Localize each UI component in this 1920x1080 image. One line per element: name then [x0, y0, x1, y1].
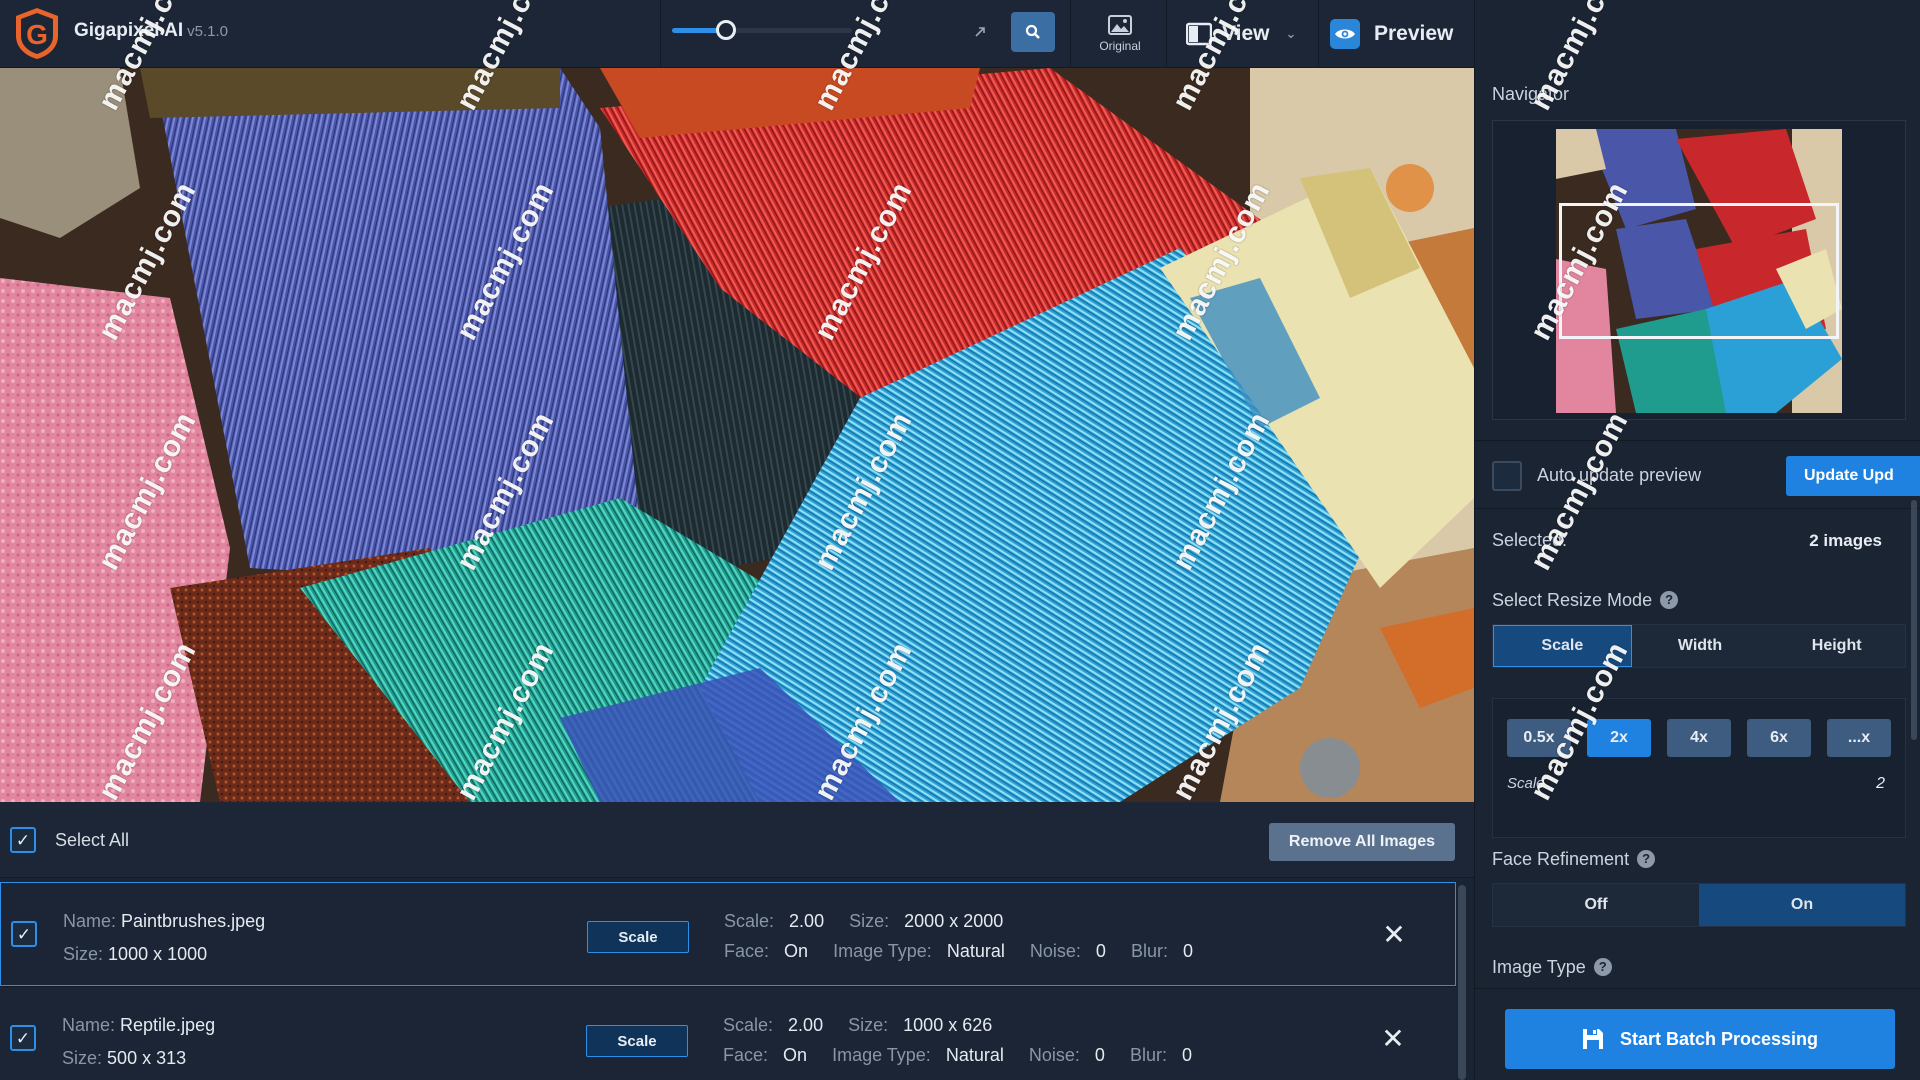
scale-option-6x[interactable]: 6x: [1747, 719, 1811, 757]
file-row-checkbox[interactable]: ✓: [10, 1025, 36, 1051]
paintbrushes-image: [0, 68, 1474, 802]
app-title: Gigapixel AI v5.1.0: [74, 20, 228, 41]
zoom-slider-handle[interactable]: [716, 20, 736, 40]
preview-label: Preview: [1374, 22, 1454, 45]
eye-icon: [1330, 19, 1360, 49]
face-refinement-off[interactable]: Off: [1493, 884, 1699, 926]
select-all-label: Select All: [55, 830, 130, 850]
scale-mode-badge[interactable]: Scale: [587, 921, 689, 953]
image-icon: [1108, 15, 1132, 35]
file-row[interactable]: ✓ Name: Paintbrushes.jpeg Size: 1000 x 1…: [0, 882, 1456, 986]
file-row-checkbox[interactable]: ✓: [11, 921, 37, 947]
zoom-fit-icon: [975, 27, 985, 37]
panel-divider: [1475, 988, 1920, 989]
file-output-settings: Scale: 2.00 Size: 2000 x 2000: [724, 911, 1004, 931]
scale-option-custom[interactable]: ...x: [1827, 719, 1891, 757]
view-dropdown[interactable]: View ⌄: [1186, 14, 1296, 54]
file-list-scrollbar[interactable]: [1458, 885, 1466, 1080]
file-size: Size: 500 x 313: [62, 1048, 187, 1068]
gigapixel-logo-icon: G: [16, 8, 58, 59]
zoom-tool-button[interactable]: [1011, 12, 1055, 52]
toolbar-divider: [1070, 0, 1071, 68]
selected-count: 2 images: [1809, 531, 1882, 550]
remove-all-images-button[interactable]: Remove All Images: [1269, 823, 1455, 861]
resize-mode-height[interactable]: Height: [1768, 625, 1905, 667]
file-model-settings: Face: On Image Type: Natural Noise: 0 Bl…: [723, 1045, 1192, 1065]
chevron-down-icon: ⌄: [1285, 26, 1297, 41]
panel-scrollbar[interactable]: [1911, 500, 1917, 740]
view-label: View: [1222, 22, 1270, 45]
scale-value: 2: [1876, 775, 1885, 792]
image-list-toolbar: ✓ Select All Remove All Images: [0, 802, 1474, 878]
magnifier-icon: [1025, 24, 1040, 39]
face-refinement-segmented: Off On: [1492, 883, 1906, 927]
file-model-settings: Face: On Image Type: Natural Noise: 0 Bl…: [724, 941, 1193, 961]
resize-mode-label: Select Resize Mode?: [1492, 590, 1679, 611]
file-output-settings: Scale: 2.00 Size: 1000 x 626: [723, 1015, 993, 1035]
navigator-viewport-rect[interactable]: [1559, 203, 1839, 339]
face-refinement-label: Face Refinement?: [1492, 849, 1656, 870]
save-disk-icon: [1582, 1029, 1603, 1049]
start-batch-processing-button[interactable]: Start Batch Processing: [1505, 1009, 1895, 1069]
panel-divider: [1475, 508, 1920, 509]
preview-canvas[interactable]: [0, 68, 1474, 802]
file-row[interactable]: ✓ Name: Reptile.jpeg Size: 500 x 313 Sca…: [0, 986, 1456, 1080]
scale-option-0-5x[interactable]: 0.5x: [1507, 719, 1571, 757]
start-batch-label: Start Batch Processing: [1619, 1028, 1819, 1049]
settings-panel: Navigator Auto update preview Update Upd…: [1474, 0, 1920, 1080]
select-all-checkbox[interactable]: ✓: [10, 827, 36, 853]
scale-caption: Scale: [1507, 775, 1545, 792]
navigator-thumbnail: [1556, 129, 1842, 413]
navigator-label: Navigator: [1492, 84, 1570, 104]
help-icon[interactable]: ?: [1637, 849, 1656, 868]
remove-file-close-icon[interactable]: ✕: [1379, 919, 1409, 950]
help-icon[interactable]: ?: [1593, 957, 1612, 976]
help-icon[interactable]: ?: [1660, 590, 1679, 609]
zoom-slider[interactable]: [672, 20, 852, 40]
auto-update-checkbox[interactable]: [1492, 461, 1522, 491]
original-label: Original: [1099, 39, 1141, 53]
toolbar-divider: [1318, 0, 1319, 68]
resize-mode-segmented: Scale Width Height: [1492, 624, 1906, 668]
update-preview-button[interactable]: Update Upd: [1786, 456, 1920, 496]
toolbar-divider: [1166, 0, 1167, 68]
svg-text:G: G: [26, 19, 48, 50]
preview-toggle[interactable]: Preview: [1330, 14, 1453, 54]
file-size: Size: 1000 x 1000: [63, 944, 208, 964]
view-layout-icon: [1186, 22, 1212, 46]
scale-option-2x[interactable]: 2x: [1587, 719, 1651, 757]
auto-update-label: Auto update preview: [1537, 465, 1702, 485]
original-button[interactable]: Original: [1090, 6, 1150, 62]
selected-label: Selected:: [1492, 530, 1568, 550]
image-type-label: Image Type?: [1492, 957, 1612, 978]
scale-mode-badge[interactable]: Scale: [586, 1025, 688, 1057]
scale-options: 0.5x 2x 4x 6x ...x Scale 2: [1492, 698, 1906, 838]
file-name: Name: Paintbrushes.jpeg: [63, 911, 266, 931]
top-toolbar: G Gigapixel AI v5.1.0 Original View ⌄ Pr…: [0, 0, 1474, 68]
panel-divider: [1475, 440, 1920, 441]
scale-option-4x[interactable]: 4x: [1667, 719, 1731, 757]
face-refinement-on[interactable]: On: [1699, 884, 1905, 926]
toolbar-divider: [660, 0, 661, 68]
app-version: v5.1.0: [187, 23, 228, 40]
navigator[interactable]: [1492, 120, 1906, 420]
file-name: Name: Reptile.jpeg: [62, 1015, 216, 1035]
app-window: G Gigapixel AI v5.1.0 Original View ⌄ Pr…: [0, 0, 1920, 1080]
resize-mode-scale[interactable]: Scale: [1493, 625, 1632, 667]
zoom-fit-button[interactable]: [958, 12, 1002, 52]
resize-mode-width[interactable]: Width: [1632, 625, 1769, 667]
remove-file-close-icon[interactable]: ✕: [1378, 1023, 1408, 1054]
